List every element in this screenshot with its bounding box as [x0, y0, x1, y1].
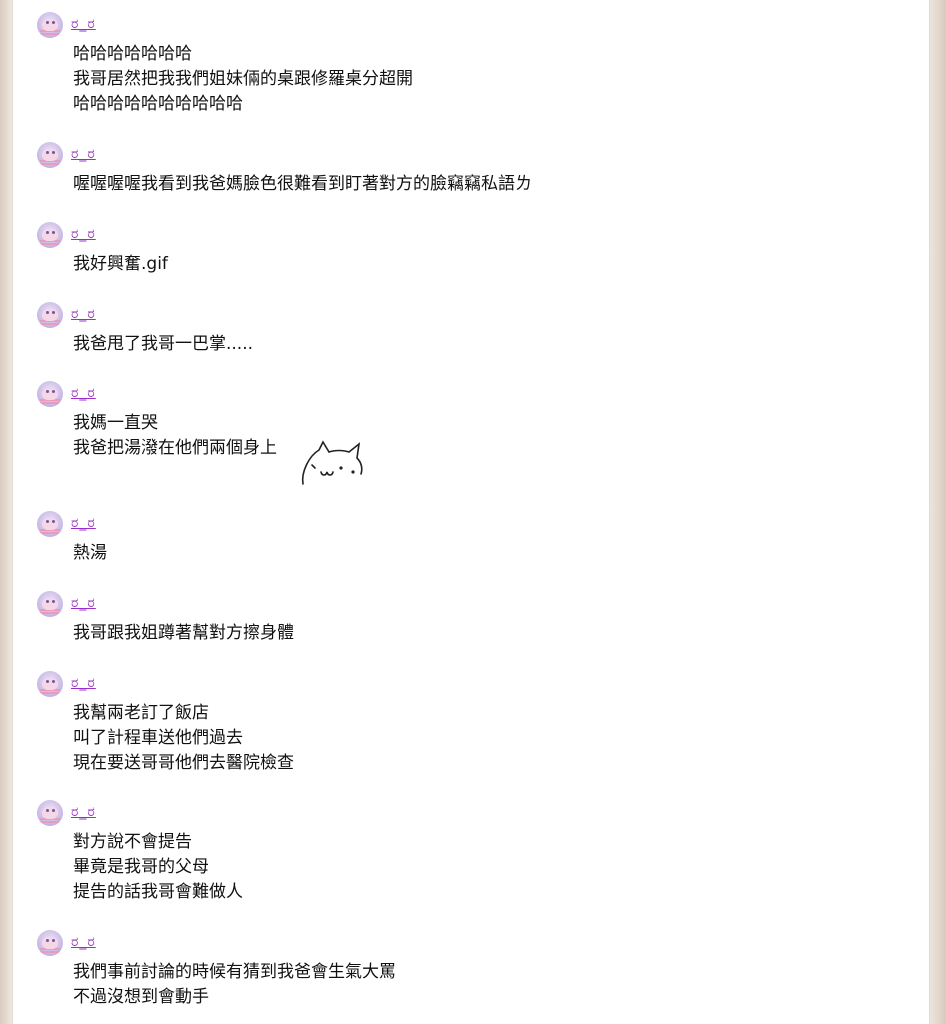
message-post: ರ_ರ 我爸甩了我哥一巴掌..... [37, 302, 253, 357]
message-header: ರ_ರ [37, 800, 243, 826]
username-link[interactable]: ರ_ರ [71, 146, 96, 162]
username-link[interactable]: ರ_ರ [71, 934, 96, 950]
avatar[interactable] [37, 591, 63, 617]
avatar[interactable] [37, 511, 63, 537]
message-post: ರ_ರ 我哥跟我姐蹲著幫對方擦身體 [37, 591, 294, 646]
message-line: 我幫兩老訂了飯店 [73, 703, 209, 723]
message-line: 我們事前討論的時候有猜到我爸會生氣大罵 [73, 962, 396, 982]
avatar[interactable] [37, 142, 63, 168]
message-header: ರ_ರ [37, 511, 107, 537]
background-right-edge [928, 0, 946, 1024]
message-body: 我們事前討論的時候有猜到我爸會生氣大罵 不過沒想到會動手 [73, 960, 396, 1010]
message-line: 熱湯 [73, 543, 107, 563]
username-link[interactable]: ರ_ರ [71, 226, 96, 242]
message-post: ರ_ರ 我好興奮.gif [37, 222, 168, 277]
message-post: ರ_ರ 我們事前討論的時候有猜到我爸會生氣大罵 不過沒想到會動手 [37, 930, 396, 1010]
message-post: ರ_ರ 熱湯 [37, 511, 107, 566]
message-line: 哈哈哈哈哈哈哈哈哈哈 [73, 94, 243, 114]
avatar[interactable] [37, 222, 63, 248]
username-link[interactable]: ರ_ರ [71, 306, 96, 322]
avatar[interactable] [37, 12, 63, 38]
message-post: ರ_ರ 對方說不會提告 畢竟是我哥的父母 提告的話我哥會難做人 [37, 800, 243, 905]
message-line: 不過沒想到會動手 [73, 987, 209, 1007]
message-line: 我好興奮.gif [73, 254, 168, 274]
message-line: 對方說不會提告 [73, 832, 192, 852]
message-body: 喔喔喔喔我看到我爸媽臉色很難看到盯著對方的臉竊竊私語ㄌ [73, 172, 532, 197]
avatar[interactable] [37, 800, 63, 826]
message-body: 熱湯 [73, 541, 107, 566]
message-line: 我爸把湯潑在他們兩個身上 [73, 438, 277, 458]
message-header: ರ_ರ [37, 381, 277, 407]
message-body: 對方說不會提告 畢竟是我哥的父母 提告的話我哥會難做人 [73, 830, 243, 905]
message-body: 我哥跟我姐蹲著幫對方擦身體 [73, 621, 294, 646]
avatar[interactable] [37, 671, 63, 697]
message-body: 我媽一直哭 我爸把湯潑在他們兩個身上 [73, 411, 277, 461]
message-header: ರ_ರ [37, 142, 532, 168]
message-line: 現在要送哥哥他們去醫院檢查 [73, 753, 294, 773]
message-line: 我哥居然把我我們姐妹倆的桌跟修羅桌分超開 [73, 69, 413, 89]
avatar[interactable] [37, 381, 63, 407]
message-header: ರ_ರ [37, 12, 413, 38]
username-link[interactable]: ರ_ರ [71, 804, 96, 820]
message-line: 我哥跟我姐蹲著幫對方擦身體 [73, 623, 294, 643]
message-header: ರ_ರ [37, 302, 253, 328]
message-line: 畢竟是我哥的父母 [73, 857, 209, 877]
message-body: 哈哈哈哈哈哈哈 我哥居然把我我們姐妹倆的桌跟修羅桌分超開 哈哈哈哈哈哈哈哈哈哈 [73, 42, 413, 117]
chat-page: ರ_ರ 哈哈哈哈哈哈哈 我哥居然把我我們姐妹倆的桌跟修羅桌分超開 哈哈哈哈哈哈哈… [12, 0, 930, 1024]
avatar[interactable] [37, 302, 63, 328]
message-header: ರ_ರ [37, 671, 294, 697]
message-line: 叫了計程車送他們過去 [73, 728, 243, 748]
message-line: 喔喔喔喔我看到我爸媽臉色很難看到盯著對方的臉竊竊私語ㄌ [73, 174, 532, 194]
message-post: ರ_ರ 哈哈哈哈哈哈哈 我哥居然把我我們姐妹倆的桌跟修羅桌分超開 哈哈哈哈哈哈哈… [37, 12, 413, 117]
username-link[interactable]: ರ_ರ [71, 385, 96, 401]
message-body: 我爸甩了我哥一巴掌..... [73, 332, 253, 357]
message-body: 我好興奮.gif [73, 252, 168, 277]
message-header: ರ_ರ [37, 222, 168, 248]
username-link[interactable]: ರ_ರ [71, 675, 96, 691]
username-link[interactable]: ರ_ರ [71, 515, 96, 531]
message-line: 我媽一直哭 [73, 413, 158, 433]
background-left-edge [0, 0, 12, 1024]
message-line: 提告的話我哥會難做人 [73, 882, 243, 902]
message-post: ರ_ರ 我媽一直哭 我爸把湯潑在他們兩個身上 [37, 381, 277, 461]
message-header: ರ_ರ [37, 930, 396, 956]
message-post: ರ_ರ 我幫兩老訂了飯店 叫了計程車送他們過去 現在要送哥哥他們去醫院檢查 [37, 671, 294, 776]
message-body: 我幫兩老訂了飯店 叫了計程車送他們過去 現在要送哥哥他們去醫院檢查 [73, 701, 294, 776]
message-header: ರ_ರ [37, 591, 294, 617]
message-line: 我爸甩了我哥一巴掌..... [73, 334, 254, 354]
username-link[interactable]: ರ_ರ [71, 595, 96, 611]
avatar[interactable] [37, 930, 63, 956]
username-link[interactable]: ರ_ರ [71, 16, 96, 32]
message-post: ರ_ರ 喔喔喔喔我看到我爸媽臉色很難看到盯著對方的臉竊竊私語ㄌ [37, 142, 532, 197]
cat-sticker-icon [301, 440, 363, 485]
message-line: 哈哈哈哈哈哈哈 [73, 44, 192, 64]
